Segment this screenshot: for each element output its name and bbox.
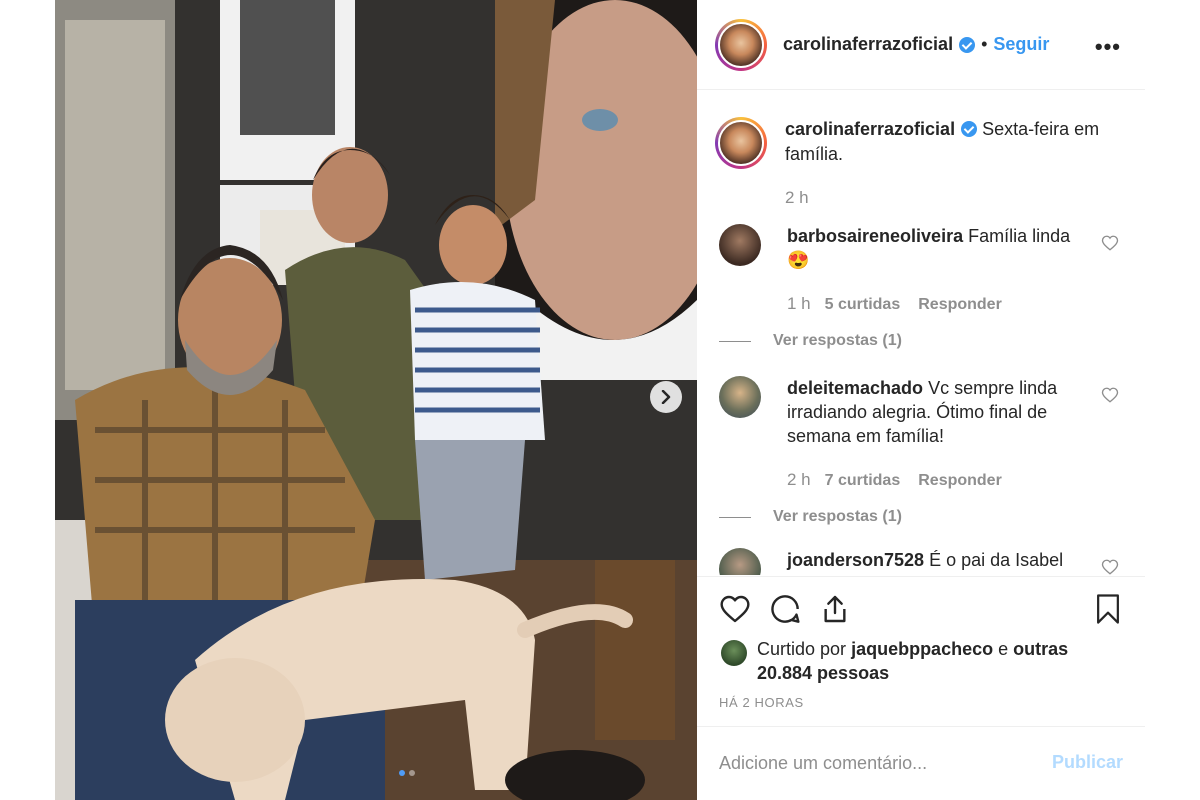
liker-avatar[interactable]: [721, 640, 747, 666]
view-replies-button[interactable]: Ver respostas (1): [719, 329, 1097, 353]
follow-button[interactable]: Seguir: [993, 34, 1049, 55]
bookmark-save-icon[interactable]: [1093, 593, 1123, 625]
separator-dot: •: [981, 34, 988, 54]
comment-item: deleitemachado Vc sempre linda irradiand…: [719, 376, 1139, 529]
chevron-right-icon: [661, 390, 671, 404]
liked-by-connector: e: [998, 639, 1009, 659]
comments-list[interactable]: carolinaferrazoficial Sexta-feira em fam…: [697, 91, 1145, 575]
author-username[interactable]: carolinaferrazoficial: [783, 34, 953, 55]
comment-input[interactable]: [719, 749, 1029, 777]
carousel-dot: [399, 770, 405, 776]
commenter-avatar[interactable]: [719, 376, 761, 418]
verified-badge-icon: [961, 121, 978, 137]
like-comment-heart-icon[interactable]: [1101, 386, 1119, 404]
carousel-indicator: [399, 770, 415, 776]
view-replies-label: Ver respostas (1): [773, 508, 902, 525]
comment-likes-count[interactable]: 5 curtidas: [825, 293, 901, 317]
view-replies-label: Ver respostas (1): [773, 332, 902, 349]
post-header: carolinaferrazoficial • Seguir •••: [697, 0, 1145, 90]
author-avatar[interactable]: [715, 18, 767, 71]
caption-username[interactable]: carolinaferrazoficial: [785, 119, 955, 139]
comment-time: 1 h: [787, 294, 811, 313]
comment-item: barbosaireneoliveira Família linda 😍 1 h…: [719, 224, 1139, 353]
post-side-panel: carolinaferrazoficial • Seguir ••• carol…: [697, 0, 1145, 800]
more-options-icon[interactable]: •••: [1095, 34, 1121, 60]
carousel-next-button[interactable]: [650, 381, 682, 413]
liked-by-summary: Curtido por jaquebppacheco e outras 20.8…: [721, 637, 1087, 685]
reply-button[interactable]: Responder: [918, 293, 1002, 317]
verified-badge-icon: [959, 36, 976, 53]
post-actions: Curtido por jaquebppacheco e outras 20.8…: [697, 576, 1145, 726]
post-caption: carolinaferrazoficial Sexta-feira em fam…: [715, 117, 1130, 210]
post-photo[interactable]: [55, 0, 697, 800]
carousel-dot: [409, 770, 415, 776]
post-timestamp[interactable]: HÁ 2 HORAS: [719, 695, 804, 710]
family-photo-illustration: [55, 0, 697, 800]
view-replies-button[interactable]: Ver respostas (1): [719, 505, 1097, 529]
caption-time: 2 h: [785, 188, 809, 207]
like-comment-heart-icon[interactable]: [1101, 558, 1119, 575]
reply-button[interactable]: Responder: [918, 469, 1002, 493]
comment-likes-count[interactable]: 7 curtidas: [825, 469, 901, 493]
caption-avatar[interactable]: [715, 117, 767, 169]
share-upload-icon[interactable]: [819, 593, 851, 625]
add-comment-bar: Publicar: [697, 726, 1145, 800]
like-heart-icon[interactable]: [719, 593, 751, 625]
like-comment-heart-icon[interactable]: [1101, 234, 1119, 252]
comment-text: É o pai da Isabel: [929, 550, 1064, 570]
comment-username[interactable]: barbosaireneoliveira: [787, 226, 963, 246]
comment-item: joanderson7528 É o pai da Isabel: [719, 548, 1139, 575]
comment-username[interactable]: joanderson7528: [787, 550, 924, 570]
commenter-avatar[interactable]: [719, 224, 761, 266]
publish-button[interactable]: Publicar: [1052, 752, 1123, 773]
comment-username[interactable]: deleitemachado: [787, 378, 923, 398]
comment-bubble-icon[interactable]: [769, 593, 801, 625]
liker-username[interactable]: jaquebppacheco: [851, 639, 993, 659]
liked-by-prefix: Curtido por: [757, 639, 847, 659]
comment-time: 2 h: [787, 470, 811, 489]
commenter-avatar[interactable]: [719, 548, 761, 575]
